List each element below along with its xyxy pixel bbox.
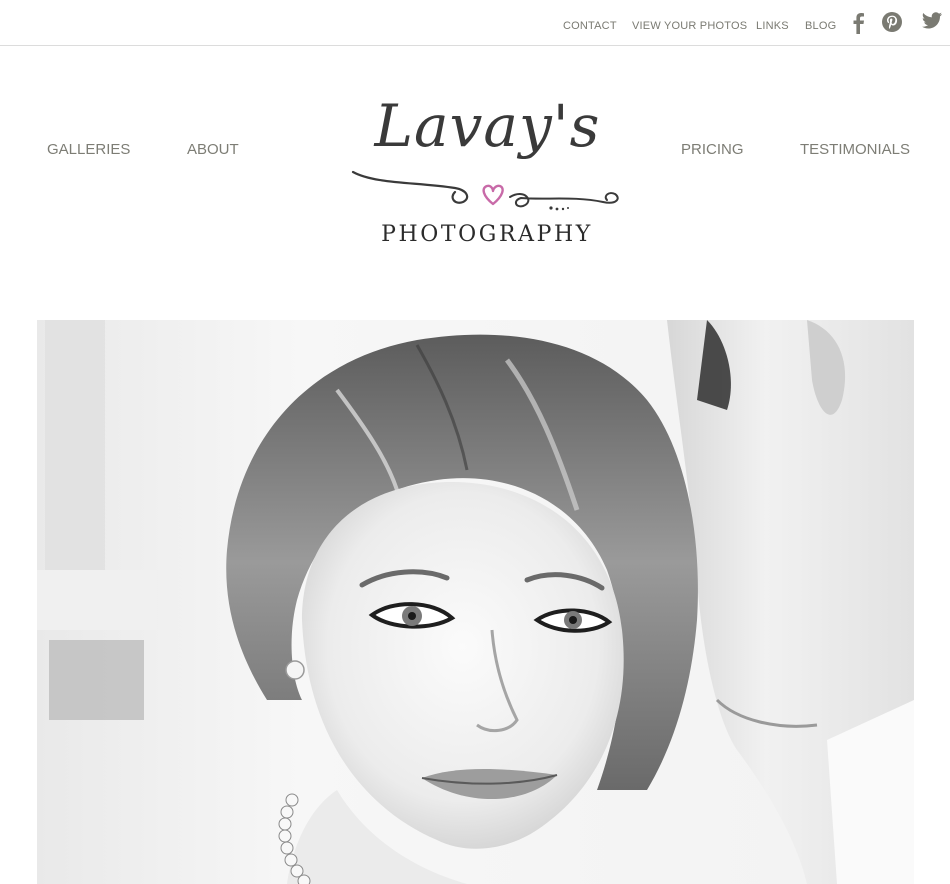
contact-link[interactable]: CONTACT bbox=[563, 20, 617, 32]
nav-galleries[interactable]: GALLERIES bbox=[47, 141, 130, 158]
page: CONTACT VIEW YOUR PHOTOS LINKS BLOG GALL… bbox=[0, 0, 950, 884]
nav-pricing[interactable]: PRICING bbox=[681, 141, 744, 158]
logo-subtitle: PHOTOGRAPHY bbox=[381, 222, 593, 247]
facebook-icon[interactable] bbox=[850, 11, 872, 35]
utility-bar: CONTACT VIEW YOUR PHOTOS LINKS BLOG bbox=[0, 0, 950, 46]
nav-about[interactable]: ABOUT bbox=[187, 141, 239, 158]
hero-photo bbox=[37, 320, 914, 884]
links-link[interactable]: LINKS bbox=[756, 20, 789, 32]
nav-testimonials[interactable]: TESTIMONIALS bbox=[800, 141, 910, 158]
logo-flourish-heart-icon bbox=[351, 170, 619, 211]
pinterest-icon[interactable] bbox=[881, 11, 903, 35]
twitter-icon[interactable] bbox=[921, 11, 943, 35]
blog-link[interactable]: BLOG bbox=[805, 20, 836, 32]
site-logo[interactable]: Lavay's PHOTOGRAPHY bbox=[345, 92, 630, 252]
view-your-photos-link[interactable]: VIEW YOUR PHOTOS bbox=[632, 20, 747, 32]
